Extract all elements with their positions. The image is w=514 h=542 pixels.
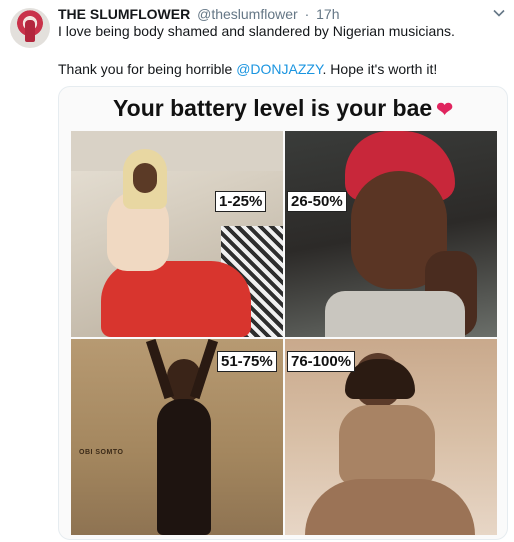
battery-label-1: 1-25% bbox=[215, 191, 267, 212]
mention-link[interactable]: @DONJAZZY bbox=[236, 61, 322, 77]
battery-label-3: 51-75% bbox=[217, 351, 277, 372]
meme-title-text: Your battery level is your bae bbox=[113, 95, 433, 121]
meme-title: Your battery level is your bae ❤ bbox=[59, 95, 507, 122]
image-watermark: OBI SOMTO bbox=[79, 449, 124, 456]
battery-label-4: 76-100% bbox=[287, 351, 356, 372]
tweet-image[interactable]: Your battery level is your bae ❤ OBI SOMT… bbox=[58, 86, 508, 540]
chevron-down-icon[interactable] bbox=[492, 6, 506, 20]
battery-label-2: 26-50% bbox=[287, 191, 347, 212]
meme-panel-1 bbox=[71, 131, 283, 337]
tweet-text: I love being body shamed and slandered b… bbox=[58, 22, 498, 79]
tweet-header: THE SLUMFLOWER @theslumflower · 17h bbox=[58, 4, 490, 24]
tweet-text-line-1: I love being body shamed and slandered b… bbox=[58, 23, 455, 39]
meme-panel-2 bbox=[285, 131, 497, 337]
avatar[interactable] bbox=[10, 8, 50, 48]
heart-icon: ❤ bbox=[436, 99, 453, 121]
timestamp[interactable]: 17h bbox=[316, 6, 339, 22]
separator-dot: · bbox=[304, 6, 310, 22]
tweet-text-line-2: Thank you for being horrible @DONJAZZY. … bbox=[58, 60, 498, 79]
user-handle[interactable]: @theslumflower bbox=[197, 6, 298, 22]
tweet-text-line-2-end: . Hope it's worth it! bbox=[322, 61, 438, 77]
tweet[interactable]: THE SLUMFLOWER @theslumflower · 17h I lo… bbox=[0, 0, 514, 542]
tweet-text-line-2-start: Thank you for being horrible bbox=[58, 61, 237, 77]
display-name[interactable]: THE SLUMFLOWER bbox=[58, 6, 190, 22]
